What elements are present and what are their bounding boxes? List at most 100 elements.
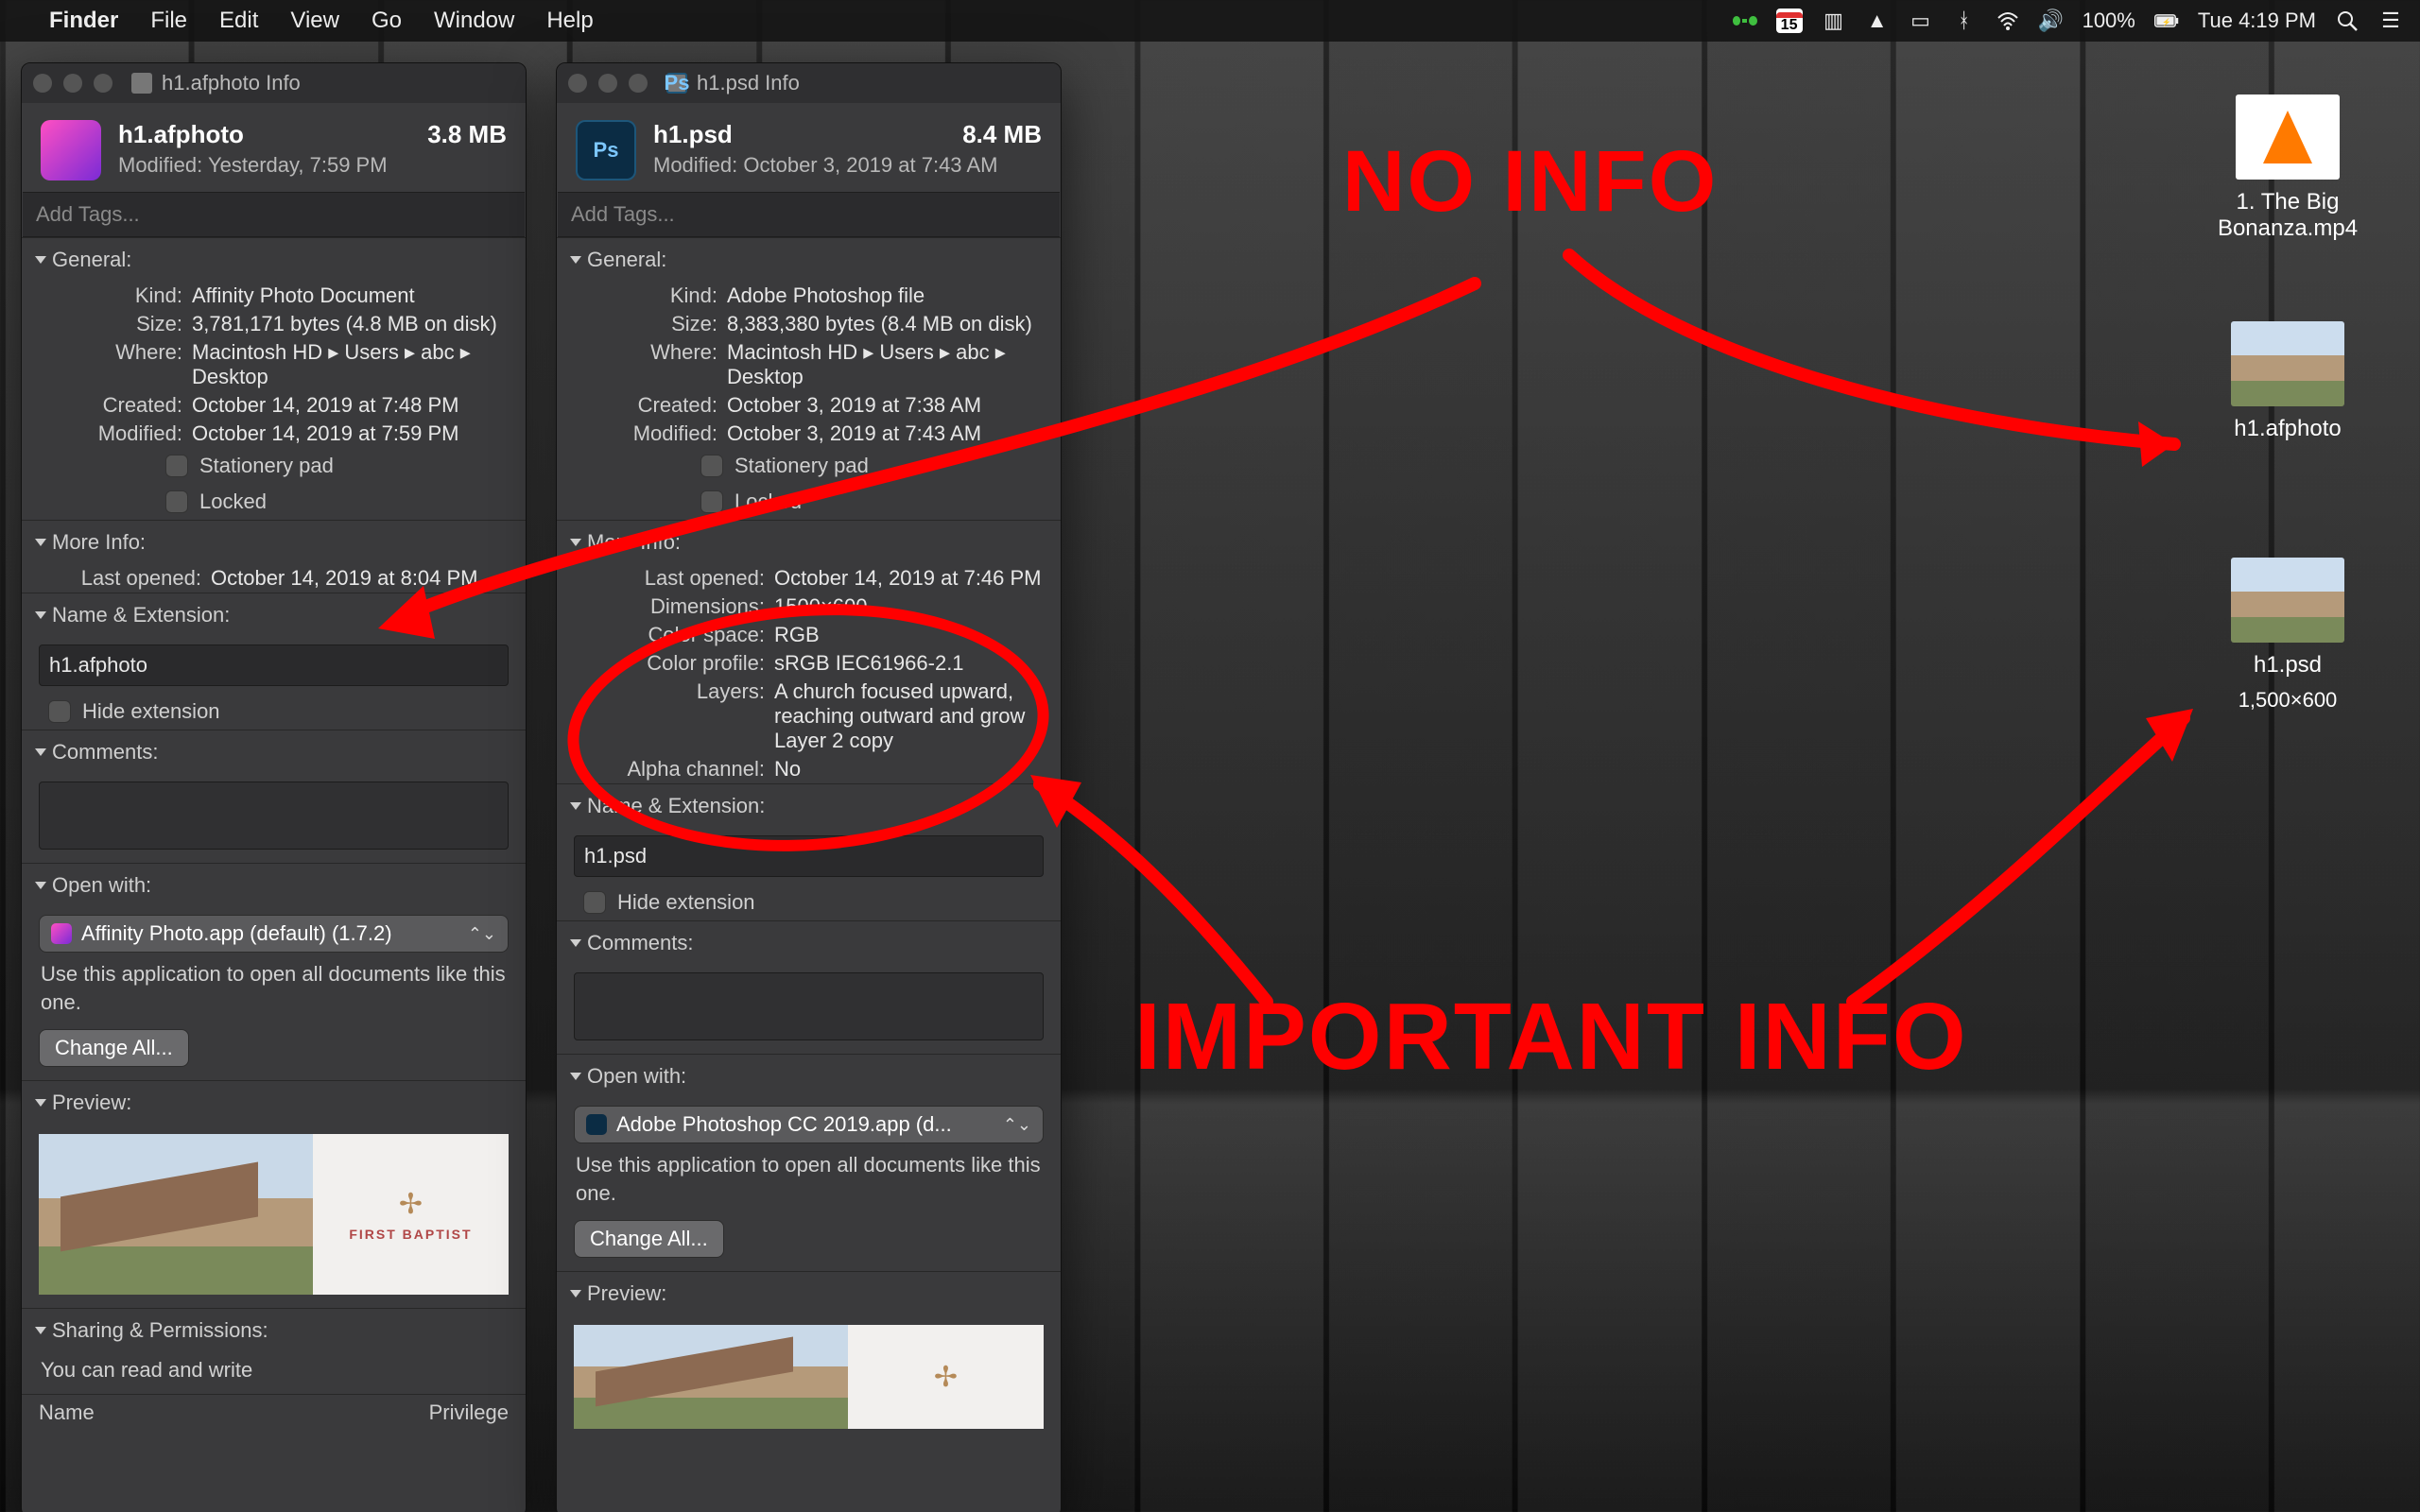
spotlight-icon[interactable] — [2335, 10, 2360, 31]
hide-extension-checkbox[interactable]: Hide extension — [22, 694, 526, 730]
desktop-icon-video[interactable]: 1. The BigBonanza.mp4 — [2184, 94, 2392, 242]
traffic-lights[interactable] — [33, 74, 112, 93]
zoom-dot-icon[interactable] — [629, 74, 648, 93]
open-with-select[interactable]: Affinity Photo.app (default) (1.7.2) ⌃⌄ — [39, 915, 509, 953]
titlebar-file-icon — [131, 73, 152, 94]
menu-help[interactable]: Help — [546, 8, 593, 34]
checkbox-icon — [165, 490, 188, 513]
label-created: Created: — [22, 393, 192, 418]
annotation-important-info: IMPORTANT INFO — [1134, 983, 1968, 1091]
value-kind: Affinity Photo Document — [192, 284, 510, 308]
comments-textarea[interactable] — [574, 972, 1044, 1040]
section-sharing[interactable]: Sharing & Permissions: — [22, 1309, 526, 1352]
disclosure-icon — [570, 539, 581, 546]
disclosure-icon — [35, 256, 46, 264]
section-label: More Info: — [587, 530, 681, 555]
section-label: Name & Extension: — [52, 603, 230, 627]
value-created: October 14, 2019 at 7:48 PM — [192, 393, 510, 418]
stationery-checkbox[interactable]: Stationery pad — [557, 448, 1061, 484]
notification-center-icon[interactable]: ☰ — [2378, 10, 2403, 31]
tags-input[interactable] — [558, 192, 1060, 237]
section-open-with[interactable]: Open with: — [22, 864, 526, 907]
battery-percent[interactable]: 100% — [2083, 9, 2135, 33]
window-title: h1.afphoto Info — [162, 71, 301, 95]
close-dot-icon[interactable] — [568, 74, 587, 93]
section-name-ext[interactable]: Name & Extension: — [22, 593, 526, 637]
file-header: Ps h1.psd8.4 MB Modified: October 3, 201… — [557, 103, 1061, 192]
checkbox-label: Hide extension — [617, 890, 755, 915]
hide-extension-checkbox[interactable]: Hide extension — [557, 885, 1061, 920]
section-more-info[interactable]: More Info: — [22, 521, 526, 564]
disclosure-icon — [35, 882, 46, 889]
section-more-info[interactable]: More Info: — [557, 521, 1061, 564]
titlebar[interactable]: Ps h1.psd Info — [557, 63, 1061, 103]
file-modified-line: Modified: Yesterday, 7:59 PM — [118, 153, 507, 178]
value-modified: October 3, 2019 at 7:43 AM — [727, 421, 1046, 446]
filename-input[interactable] — [39, 644, 509, 686]
comments-textarea[interactable] — [39, 782, 509, 850]
titlebar-file-icon: Ps — [666, 73, 687, 94]
calendar-menubar-icon[interactable]: 15 — [1776, 9, 1803, 33]
change-all-button[interactable]: Change All... — [39, 1029, 189, 1067]
desktop-icon-label: h1.afphoto — [2234, 416, 2341, 442]
menubar-extra-icon-1[interactable]: ▥ — [1822, 10, 1846, 31]
titlebar[interactable]: h1.afphoto Info — [22, 63, 526, 103]
open-with-app: Adobe Photoshop CC 2019.app (d... — [616, 1112, 952, 1137]
section-label: General: — [52, 248, 131, 272]
stationery-checkbox[interactable]: Stationery pad — [22, 448, 526, 484]
file-size: 3.8 MB — [427, 120, 507, 149]
section-open-with[interactable]: Open with: — [557, 1055, 1061, 1098]
bluetooth-icon[interactable]: ᚼ — [1952, 10, 1977, 31]
sync-status-icon[interactable] — [1733, 10, 1757, 31]
locked-checkbox[interactable]: Locked — [22, 484, 526, 520]
label-modified: Modified: — [22, 421, 192, 446]
menu-window[interactable]: Window — [434, 8, 514, 34]
permissions-header: Name Privilege — [22, 1394, 526, 1431]
value-modified: October 14, 2019 at 7:59 PM — [192, 421, 510, 446]
section-label: Sharing & Permissions: — [52, 1318, 268, 1343]
section-comments[interactable]: Comments: — [557, 921, 1061, 965]
volume-icon[interactable]: 🔊 — [2039, 10, 2064, 31]
change-all-button[interactable]: Change All... — [574, 1220, 724, 1258]
menu-view[interactable]: View — [290, 8, 339, 34]
app-icon — [586, 1114, 607, 1135]
locked-checkbox[interactable]: Locked — [557, 484, 1061, 520]
minimize-dot-icon[interactable] — [598, 74, 617, 93]
menubar-clock[interactable]: Tue 4:19 PM — [2198, 9, 2316, 33]
open-with-select[interactable]: Adobe Photoshop CC 2019.app (d... ⌃⌄ — [574, 1106, 1044, 1143]
macos-menubar: Finder File Edit View Go Window Help 15 … — [0, 0, 2420, 42]
section-general[interactable]: General: — [22, 238, 526, 282]
display-mirror-icon[interactable]: ▭ — [1909, 10, 1933, 31]
section-general[interactable]: General: — [557, 238, 1061, 282]
traffic-lights[interactable] — [568, 74, 648, 93]
value-size: 3,781,171 bytes (4.8 MB on disk) — [192, 312, 510, 336]
menu-edit[interactable]: Edit — [219, 8, 258, 34]
menu-go[interactable]: Go — [372, 8, 402, 34]
close-dot-icon[interactable] — [33, 74, 52, 93]
zoom-dot-icon[interactable] — [94, 74, 112, 93]
checkbox-label: Stationery pad — [735, 454, 869, 478]
wifi-icon[interactable] — [1996, 10, 2020, 31]
desktop-icon-psd[interactable]: h1.psd 1,500×600 — [2184, 558, 2392, 713]
vlc-file-icon — [2236, 94, 2340, 180]
section-preview[interactable]: Preview: — [22, 1081, 526, 1125]
checkbox-label: Locked — [199, 490, 267, 514]
section-label: General: — [587, 248, 666, 272]
disclosure-icon — [35, 539, 46, 546]
minimize-dot-icon[interactable] — [63, 74, 82, 93]
desktop-icon-label: h1.psd — [2254, 652, 2322, 679]
label-kind: Kind: — [22, 284, 192, 308]
file-header: h1.afphoto3.8 MB Modified: Yesterday, 7:… — [22, 103, 526, 192]
menubar-extra-icon-2[interactable]: ▲ — [1865, 10, 1890, 31]
label-last-opened: Last opened: — [22, 566, 211, 591]
checkbox-label: Stationery pad — [199, 454, 334, 478]
desktop-icon-afphoto[interactable]: h1.afphoto — [2184, 321, 2392, 442]
open-with-app: Affinity Photo.app (default) (1.7.2) — [81, 921, 392, 946]
section-preview[interactable]: Preview: — [557, 1272, 1061, 1315]
battery-icon[interactable]: ⚡ — [2154, 10, 2179, 31]
menu-file[interactable]: File — [150, 8, 187, 34]
tags-input[interactable] — [23, 192, 525, 237]
menubar-app-name[interactable]: Finder — [49, 8, 118, 34]
section-comments[interactable]: Comments: — [22, 730, 526, 774]
chevron-updown-icon: ⌃⌄ — [1003, 1115, 1031, 1135]
